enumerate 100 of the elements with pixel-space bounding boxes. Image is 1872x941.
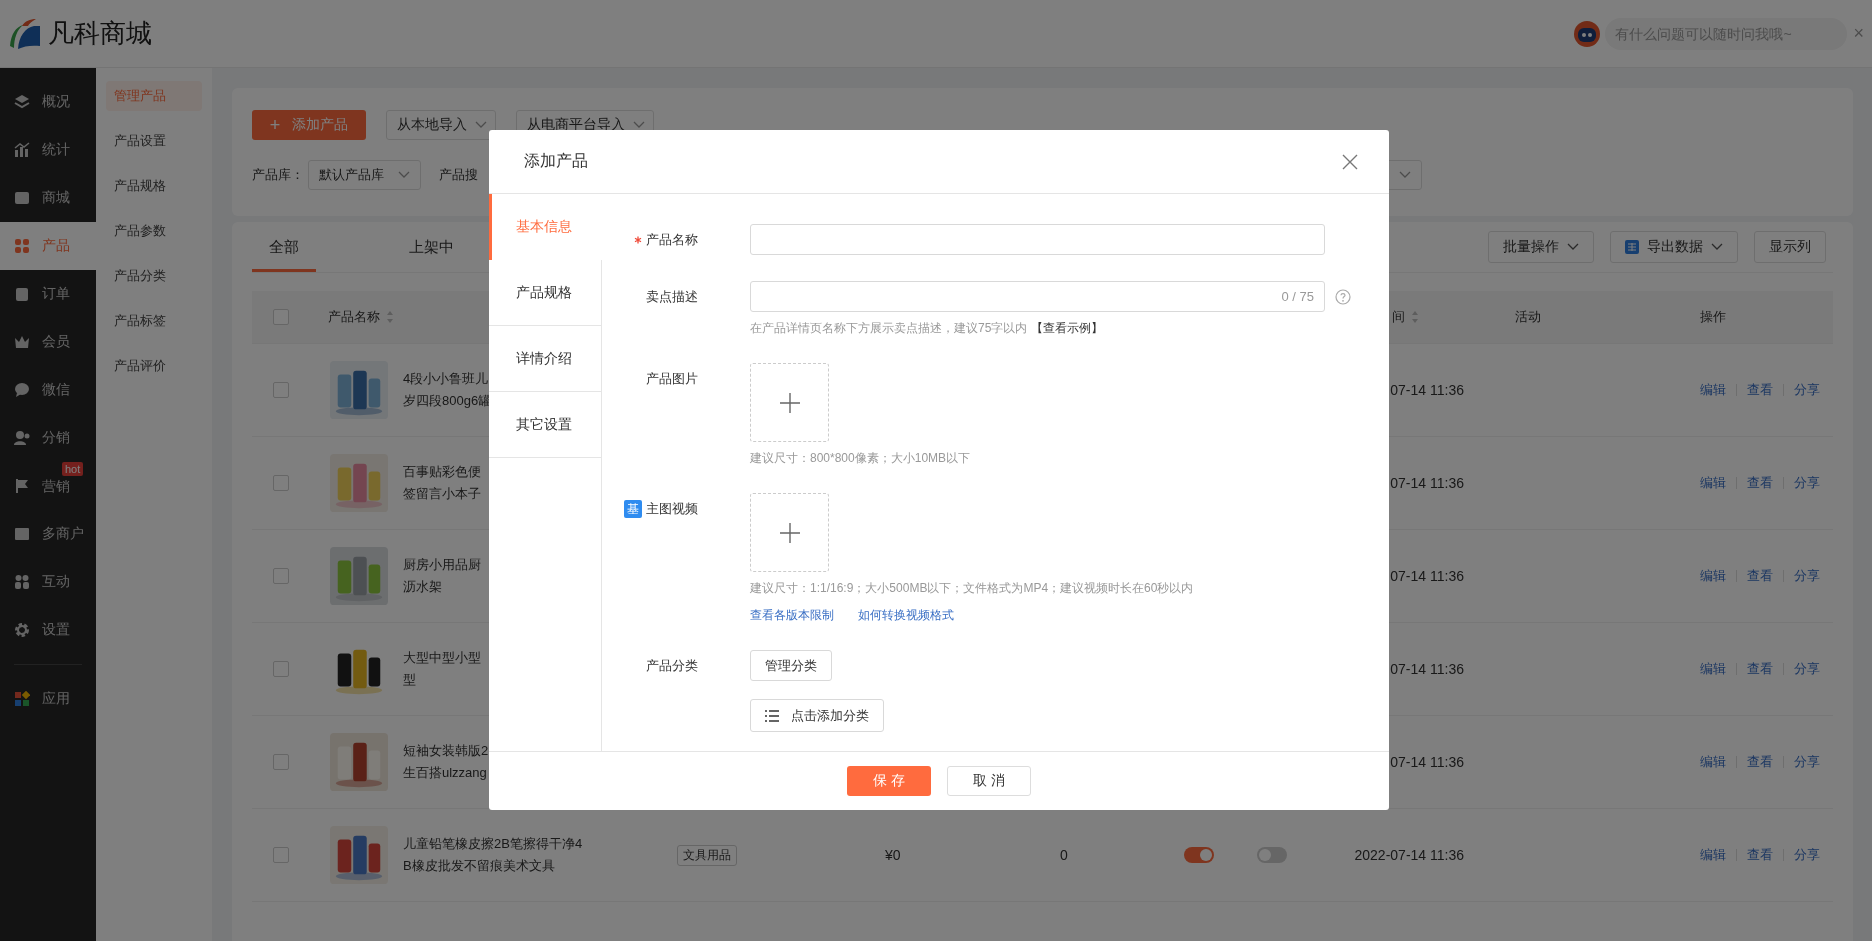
chevron-icon [398, 171, 410, 179]
row-action-link[interactable]: 编辑 [1700, 381, 1726, 399]
chevron-icon [1567, 243, 1579, 251]
row-action-link[interactable]: 查看 [1747, 567, 1773, 585]
plus-icon [779, 392, 800, 413]
nav-item[interactable]: 商城 [0, 174, 96, 222]
tab[interactable]: 上架中 [392, 222, 471, 272]
subnav-item[interactable]: 产品规格 [106, 171, 202, 201]
time-text: 07-14 11:36 [1390, 661, 1464, 677]
help-icon[interactable] [1335, 288, 1351, 305]
help-link[interactable]: 查看各版本限制 [750, 607, 834, 624]
checkbox[interactable] [273, 309, 289, 325]
row-action-link[interactable]: 查看 [1747, 846, 1773, 864]
checkbox[interactable] [273, 568, 289, 584]
row-action-link[interactable]: 分享 [1794, 753, 1820, 771]
product-name: 短袖女装韩版2 生百搭ulzzang [403, 742, 489, 782]
row-action-link[interactable]: 查看 [1747, 474, 1773, 492]
side-tab[interactable]: 产品规格 [489, 260, 601, 326]
chevron-icon [633, 121, 645, 129]
checkbox[interactable] [273, 754, 289, 770]
nav-item[interactable]: 产品 [0, 222, 96, 270]
nav-item[interactable]: 订单 [0, 270, 96, 318]
subnav-item[interactable]: 产品标签 [106, 306, 202, 336]
field-label: 主图视频 [646, 500, 698, 518]
robot-avatar-icon[interactable] [1573, 19, 1602, 48]
checkbox[interactable] [273, 382, 289, 398]
help-link[interactable]: 如何转换视频格式 [858, 607, 954, 624]
row-action-link[interactable]: 编辑 [1700, 753, 1726, 771]
row-action-link[interactable]: 分享 [1794, 381, 1820, 399]
subnav-item[interactable]: 产品参数 [106, 216, 202, 246]
row-action-link[interactable]: 分享 [1794, 660, 1820, 678]
nav-item[interactable]: 多商户 [0, 510, 96, 558]
upload-box[interactable] [750, 363, 829, 442]
close-assistant-button[interactable]: × [1853, 23, 1864, 44]
row-action-link[interactable]: 查看 [1747, 660, 1773, 678]
product-name: 儿童铅笔橡皮擦2B笔擦得干净4 B橡皮批发不留痕美术文具 [403, 835, 583, 875]
time-text: 07-14 11:36 [1390, 568, 1464, 584]
nav-item[interactable]: 会员 [0, 318, 96, 366]
row-action-link[interactable]: 查看 [1747, 753, 1773, 771]
dialog-title: 添加产品 [524, 151, 588, 171]
category-tag: 文具用品 [677, 844, 737, 866]
row-action-link[interactable]: 编辑 [1700, 474, 1726, 492]
upload-box[interactable] [750, 493, 829, 572]
product-name: 4段小小鲁班儿 岁四段800g6罐 [403, 370, 492, 410]
checkbox[interactable] [273, 475, 289, 491]
selling-point-input[interactable]: 0 / 75 [750, 281, 1325, 312]
library-select[interactable]: 默认产品库 [308, 160, 421, 190]
side-tab[interactable]: 基本信息 [489, 194, 602, 260]
row-action-link[interactable]: 编辑 [1700, 567, 1726, 585]
row-action-link[interactable]: 编辑 [1700, 846, 1726, 864]
checkbox[interactable] [273, 661, 289, 677]
import-dropdown[interactable]: 从本地导入 [386, 110, 496, 140]
nav-item[interactable]: 分销 [0, 414, 96, 462]
clipboard-icon [14, 286, 30, 302]
nav-item[interactable]: 微信 [0, 366, 96, 414]
plus-icon [779, 522, 800, 543]
time-text: 07-14 11:36 [1390, 382, 1464, 398]
hot-badge: hot [62, 462, 84, 476]
toolbar-button[interactable]: 批量操作 [1488, 231, 1594, 263]
category-button[interactable]: 点击添加分类 [750, 699, 884, 732]
nav-item[interactable]: 设置 [0, 606, 96, 654]
add-product-button[interactable]: + 添加产品 [252, 110, 366, 140]
category-button[interactable]: 管理分类 [750, 650, 832, 681]
row-action-link[interactable]: 查看 [1747, 381, 1773, 399]
nav-item[interactable]: 营销 [0, 476, 96, 510]
subnav-item[interactable]: 产品设置 [106, 126, 202, 156]
nav-item[interactable]: 应用 [0, 675, 96, 723]
hint-text: 在产品详情页名称下方展示卖点描述，建议75字以内 【查看示例】 [750, 320, 1104, 337]
product-name: 厨房小用品厨 沥水架 [403, 556, 481, 596]
nav-item[interactable]: 统计 [0, 126, 96, 174]
apps-icon [14, 691, 30, 707]
checkbox[interactable] [273, 847, 289, 863]
stock-text: 0 [1060, 847, 1068, 863]
flag-icon [14, 478, 30, 494]
user-icon [14, 430, 30, 446]
nav-item[interactable]: 互动 [0, 558, 96, 606]
toggle-switch[interactable] [1257, 847, 1287, 863]
cancel-button[interactable]: 取消 [947, 766, 1031, 796]
save-button[interactable]: 保存 [847, 766, 931, 796]
sort-icon[interactable] [386, 310, 394, 324]
close-icon[interactable] [1342, 153, 1358, 170]
row-action-link[interactable]: 分享 [1794, 474, 1820, 492]
side-tab[interactable]: 详情介绍 [489, 326, 601, 392]
toolbar-button[interactable]: 导出数据 [1610, 231, 1738, 263]
side-tab[interactable]: 其它设置 [489, 392, 601, 458]
field-label: 卖点描述 [646, 288, 698, 306]
subnav-item[interactable]: 管理产品 [106, 81, 202, 111]
toggle-switch[interactable] [1184, 847, 1214, 863]
product-name-input[interactable] [750, 224, 1325, 255]
tab[interactable]: 全部 [252, 222, 316, 272]
price-text: ¥0 [885, 847, 901, 863]
subnav-item[interactable]: 产品评价 [106, 351, 202, 381]
nav-item[interactable]: 概况 [0, 78, 96, 126]
row-action-link[interactable]: 分享 [1794, 846, 1820, 864]
row-action-link[interactable]: 分享 [1794, 567, 1820, 585]
row-action-link[interactable]: 编辑 [1700, 660, 1726, 678]
time-text: 07-14 11:36 [1390, 475, 1464, 491]
sort-icon[interactable] [1411, 310, 1419, 324]
subnav-item[interactable]: 产品分类 [106, 261, 202, 291]
toolbar-button[interactable]: 显示列 [1754, 231, 1826, 263]
